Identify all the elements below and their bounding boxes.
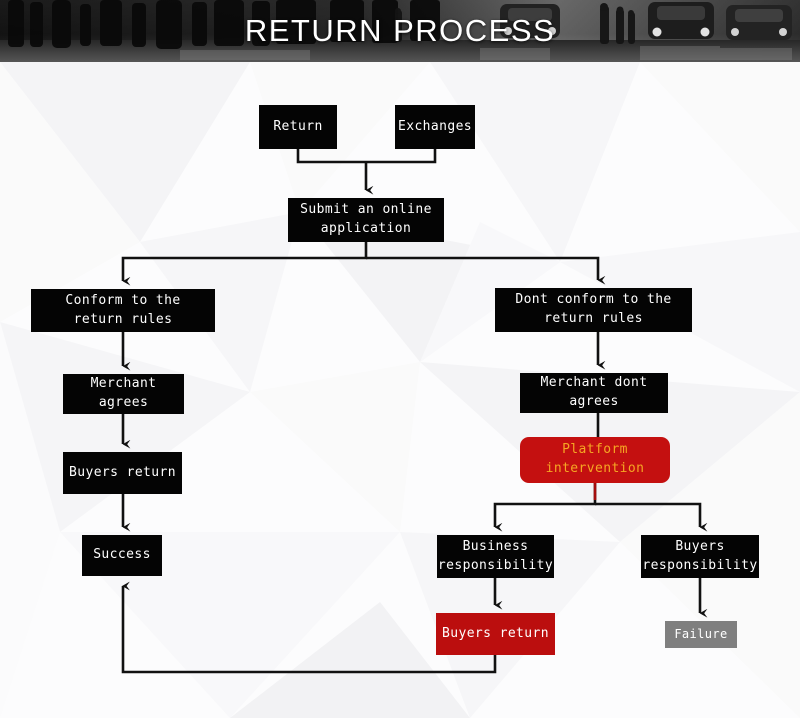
- return-process-infographic: RETURN PROCESS Return Exchanges Submit a…: [0, 0, 800, 718]
- node-submit-application-label: Submit an online application: [300, 202, 432, 236]
- node-buyers-responsibility[interactable]: Buyers responsibility: [641, 535, 759, 578]
- edge-submit-to-conform: [121, 242, 368, 286]
- node-failure[interactable]: Failure: [665, 621, 737, 648]
- node-business-responsibility-label: Business responsibility: [437, 538, 554, 573]
- node-exchanges[interactable]: Exchanges: [395, 105, 475, 149]
- node-dont-conform-to-return-rules[interactable]: Dont conform to the return rules: [495, 288, 692, 332]
- node-success[interactable]: Success: [82, 535, 162, 576]
- node-conform-to-return-rules-label: Conform to the return rules: [65, 292, 181, 327]
- node-buyers-return-right[interactable]: Buyers return: [436, 613, 555, 655]
- node-failure-label: Failure: [674, 626, 728, 641]
- node-submit-application[interactable]: Submit an online application: [288, 198, 444, 242]
- flowchart: Return Exchanges Submit an online applic…: [0, 0, 800, 718]
- node-exchanges-label: Exchanges: [397, 118, 473, 134]
- node-dont-conform-to-return-rules-label: Dont conform to the return rules: [515, 292, 672, 326]
- node-business-responsibility[interactable]: Business responsibility: [437, 535, 554, 578]
- node-success-label: Success: [93, 547, 151, 563]
- node-return[interactable]: Return: [259, 105, 337, 149]
- node-buyers-return-right-label: Buyers return: [442, 625, 549, 641]
- node-buyers-return-left-label: Buyers return: [69, 464, 176, 480]
- node-conform-to-return-rules[interactable]: Conform to the return rules: [31, 289, 215, 332]
- node-merchant-dont-agrees-label: Merchant dont agrees: [540, 375, 648, 409]
- edge-submit-to-dont-conform: [366, 256, 606, 285]
- node-platform-intervention[interactable]: Platform intervention: [520, 437, 670, 483]
- node-merchant-dont-agrees[interactable]: Merchant dont agrees: [520, 373, 668, 413]
- edge-return-exchanges-merge: [296, 149, 437, 164]
- node-buyers-responsibility-label: Buyers responsibility: [642, 538, 758, 573]
- node-merchant-agrees[interactable]: Merchant agrees: [63, 374, 184, 414]
- edge-platform-to-buyers-resp: [595, 502, 708, 532]
- node-platform-intervention-label: Platform intervention: [545, 442, 645, 476]
- node-buyers-return-left[interactable]: Buyers return: [63, 452, 182, 494]
- node-merchant-agrees-label: Merchant agrees: [90, 376, 157, 410]
- edge-platform-to-business: [493, 483, 597, 532]
- node-return-label: Return: [273, 118, 323, 134]
